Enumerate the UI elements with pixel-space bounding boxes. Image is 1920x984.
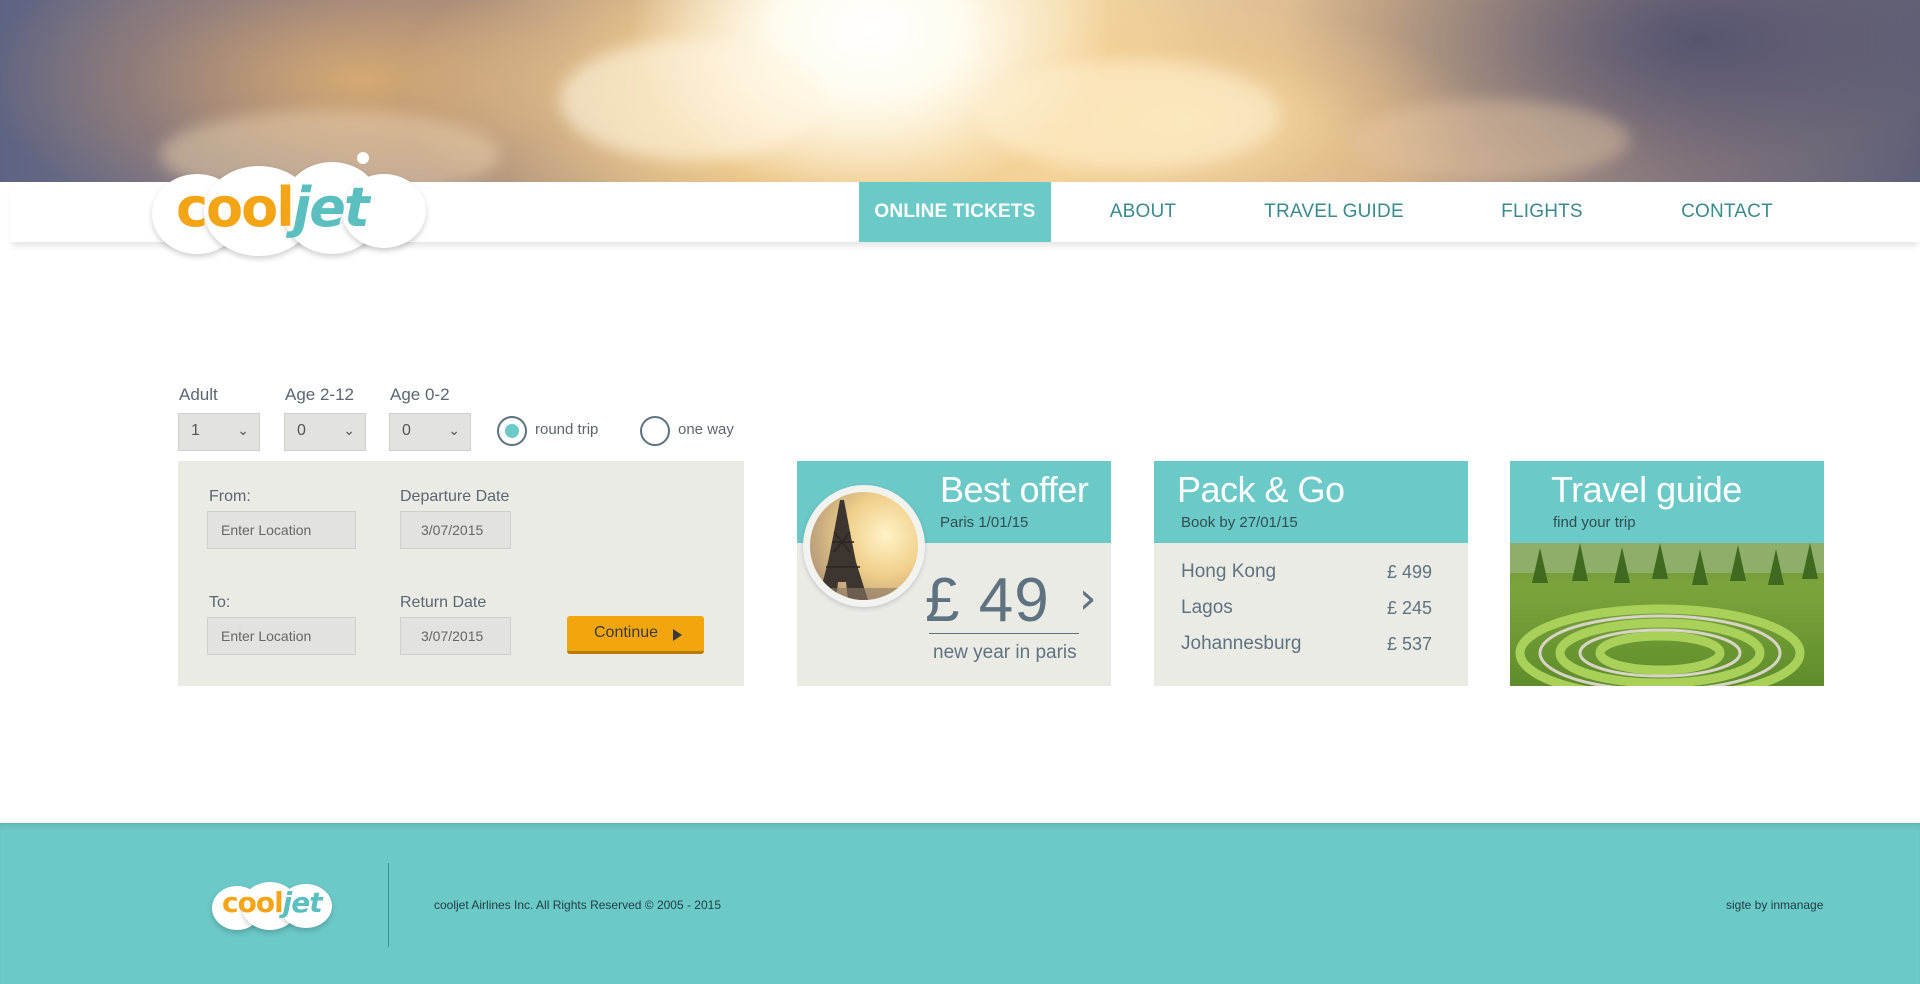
infant-select[interactable]: 0 ⌄ — [389, 413, 471, 451]
best-offer-subtitle: Paris 1/01/15 — [940, 514, 1029, 531]
nav-flights[interactable]: FLIGHTS — [1492, 182, 1592, 242]
return-date-input[interactable]: 3/07/2015 — [400, 617, 511, 655]
round-trip-label[interactable]: round trip — [535, 421, 598, 438]
footer-credit[interactable]: sigte by inmanage — [1726, 898, 1823, 912]
footer-logo-wordmark: cooljet — [222, 886, 323, 919]
pack-go-title: Pack & Go — [1177, 469, 1345, 510]
chevron-down-icon: ⌄ — [237, 422, 249, 438]
nav-online-tickets[interactable]: ONLINE TICKETS — [859, 182, 1051, 242]
play-arrow-icon — [673, 629, 682, 641]
child-select-value: 0 — [297, 422, 306, 439]
destination-city[interactable]: Johannesburg — [1181, 633, 1301, 655]
hero-sky-banner — [0, 0, 1920, 182]
adult-select-value: 1 — [191, 422, 200, 439]
garden-maze-icon — [1510, 543, 1824, 686]
nav-contact[interactable]: CONTACT — [1675, 182, 1779, 242]
destination-city[interactable]: Hong Kong — [1181, 561, 1276, 583]
best-offer-title: Best offer — [940, 469, 1089, 510]
continue-button-label: Continue — [594, 624, 659, 641]
infant-select-value: 0 — [402, 422, 411, 439]
chevron-down-icon: ⌄ — [448, 422, 460, 438]
offer-caption: new year in paris — [933, 642, 1077, 663]
destination-price: £ 245 — [1387, 598, 1433, 618]
price-underline — [929, 633, 1079, 634]
chevron-down-icon: ⌄ — [343, 422, 355, 438]
best-offer-card[interactable]: Best offer Paris 1/01/15 £ 49 › new year… — [797, 461, 1111, 686]
to-label: To: — [209, 594, 231, 611]
nav-about[interactable]: ABOUT — [1098, 182, 1188, 242]
destination-price: £ 499 — [1387, 562, 1433, 582]
departure-date-label: Departure Date — [400, 488, 510, 505]
nav-travel-guide[interactable]: TRAVEL GUIDE — [1258, 182, 1410, 242]
infant-label: Age 0-2 — [390, 385, 450, 404]
destination-price: £ 537 — [1387, 634, 1433, 654]
child-select[interactable]: 0 ⌄ — [284, 413, 366, 451]
footer-copyright: cooljet Airlines Inc. All Rights Reserve… — [434, 898, 721, 912]
return-date-label: Return Date — [400, 594, 487, 611]
travel-guide-card[interactable]: Travel guide find your trip — [1510, 461, 1824, 686]
footer-divider — [388, 863, 389, 947]
adult-select[interactable]: 1 ⌄ — [178, 413, 260, 451]
offer-price: £ 49 — [925, 566, 1050, 635]
one-way-label[interactable]: one way — [678, 421, 734, 438]
pack-go-subtitle: Book by 27/01/15 — [1181, 514, 1298, 531]
travel-guide-subtitle: find your trip — [1553, 514, 1636, 531]
from-input[interactable]: Enter Location — [207, 511, 356, 549]
to-input[interactable]: Enter Location — [207, 617, 356, 655]
travel-guide-title: Travel guide — [1551, 469, 1742, 510]
child-label: Age 2-12 — [285, 385, 354, 404]
adult-label: Adult — [179, 385, 218, 404]
chevron-right-icon[interactable]: › — [1079, 573, 1097, 624]
eiffel-tower-icon — [810, 500, 918, 600]
garden-maze-image — [1510, 543, 1824, 686]
departure-date-input[interactable]: 3/07/2015 — [400, 511, 511, 549]
cooljet-logo[interactable]: cooljet — [152, 152, 432, 258]
eiffel-tower-image — [803, 485, 925, 607]
continue-button[interactable]: Continue — [567, 616, 704, 654]
logo-wordmark: cooljet — [176, 176, 370, 239]
destination-city[interactable]: Lagos — [1181, 597, 1233, 619]
radio-selected-dot — [505, 424, 519, 438]
pack-go-card[interactable]: Pack & Go Book by 27/01/15 Hong Kong £ 4… — [1154, 461, 1468, 686]
footer-logo[interactable]: cooljet — [212, 880, 342, 930]
round-trip-radio[interactable] — [497, 416, 527, 446]
from-label: From: — [209, 488, 251, 505]
one-way-radio[interactable] — [640, 416, 670, 446]
